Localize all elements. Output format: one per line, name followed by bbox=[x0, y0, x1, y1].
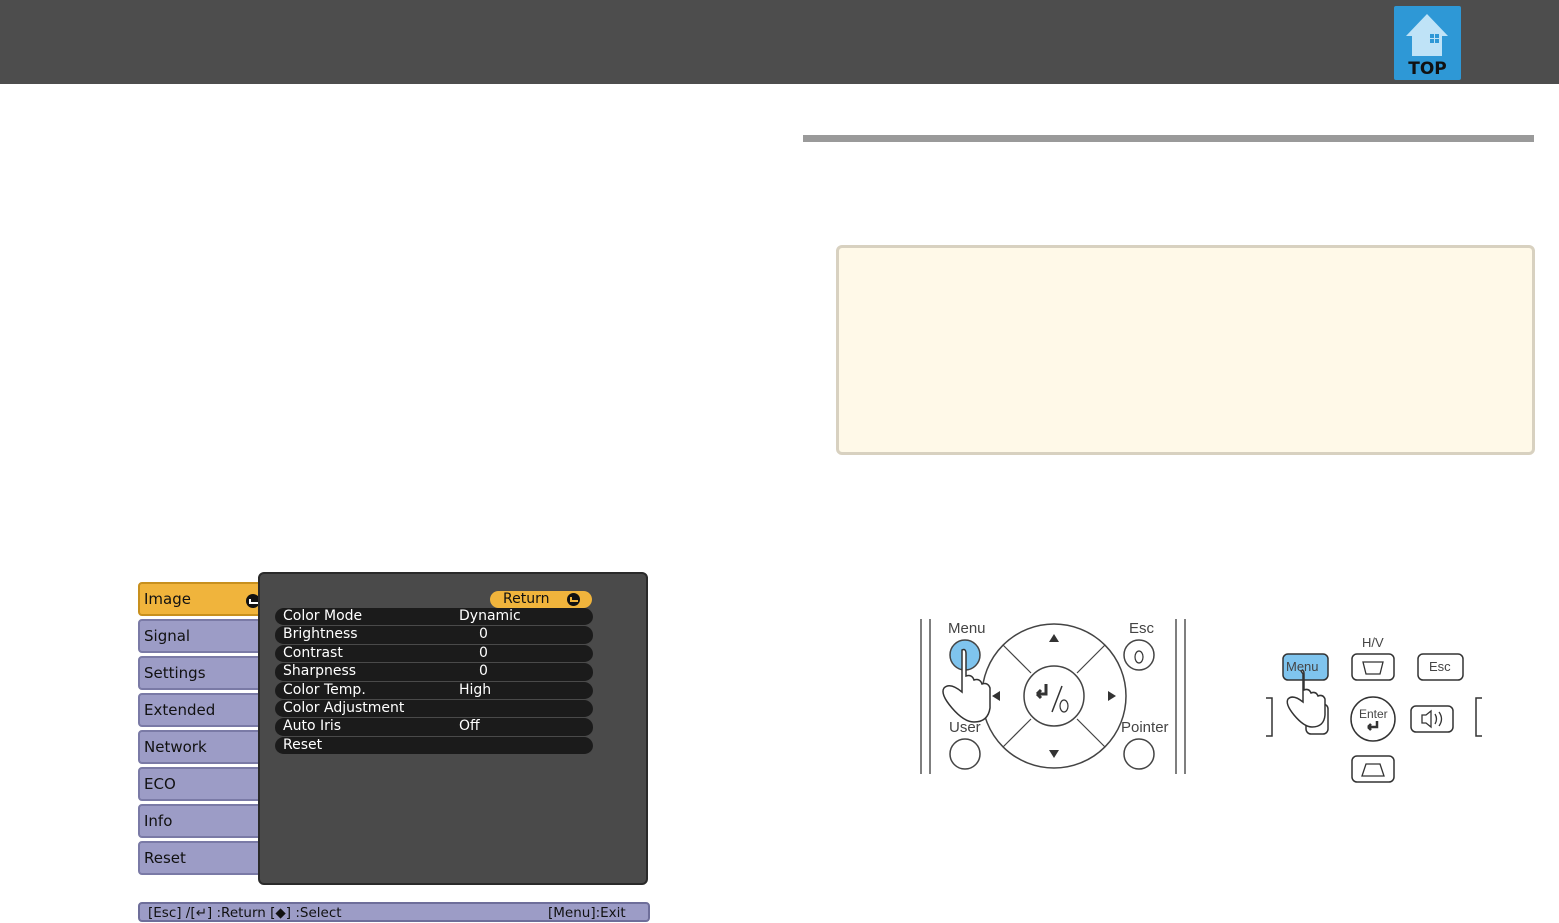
menu-item-value: Dynamic bbox=[459, 608, 521, 624]
menu-tab-eco[interactable]: ECO bbox=[138, 767, 266, 801]
menu-tab-label: Extended bbox=[144, 701, 216, 719]
menu-item-label: Color Adjustment bbox=[283, 699, 405, 716]
section-divider bbox=[803, 135, 1534, 142]
menu-tab-settings[interactable]: Settings bbox=[138, 656, 266, 690]
caution-note-box bbox=[836, 245, 1535, 455]
menu-tab-label: Image bbox=[144, 590, 191, 608]
return-label: Return bbox=[503, 591, 550, 607]
menu-item-value: Off bbox=[459, 718, 480, 735]
control-panel-illustration: H/V Menu Esc Enter bbox=[1266, 634, 1482, 788]
top-link-label: TOP bbox=[1408, 59, 1447, 79]
menu-item-label: Reset bbox=[283, 736, 323, 753]
menu-tab-network[interactable]: Network bbox=[138, 730, 266, 764]
user-button-label: User bbox=[949, 719, 981, 736]
menu-tab-label: Info bbox=[144, 812, 173, 830]
menu-item-label: Auto Iris bbox=[283, 718, 342, 735]
menu-tab-signal[interactable]: Signal bbox=[138, 619, 266, 653]
home-icon bbox=[1406, 14, 1448, 56]
menu-item-label: Color Mode bbox=[283, 608, 363, 624]
menu-item-value: High bbox=[459, 681, 492, 698]
menu-item-value: 0 bbox=[479, 663, 488, 680]
menu-item-label: Sharpness bbox=[283, 663, 357, 680]
menu-item-auto-iris[interactable]: Auto Iris Off bbox=[275, 718, 593, 737]
menu-tab-image[interactable]: Image bbox=[138, 582, 266, 616]
menu-item-label: Contrast bbox=[283, 644, 343, 661]
menu-help-bar: [Esc] /[↵] :Return [◆] :Select [Menu]:Ex… bbox=[138, 902, 650, 922]
enter-icon bbox=[567, 593, 580, 606]
header-bar: TOP bbox=[0, 0, 1559, 84]
hv-button-label: H/V bbox=[1362, 635, 1384, 650]
menu-item-label: Color Temp. bbox=[283, 681, 366, 698]
menu-tab-extended[interactable]: Extended bbox=[138, 693, 266, 727]
menu-item-color-mode[interactable]: Color Mode Dynamic bbox=[275, 608, 593, 627]
menu-tab-label: Reset bbox=[144, 849, 186, 867]
menu-item-color-adjustment[interactable]: Color Adjustment bbox=[275, 699, 593, 719]
remote-control-body bbox=[920, 619, 1186, 774]
menu-item-value: 0 bbox=[479, 626, 488, 643]
menu-tab-label: Signal bbox=[144, 627, 191, 645]
pointer-button-label: Pointer bbox=[1121, 719, 1169, 736]
menu-tab-info[interactable]: Info bbox=[138, 804, 266, 838]
menu-item-value: 0 bbox=[479, 644, 488, 661]
menu-tab-label: ECO bbox=[144, 775, 176, 793]
menu-item-contrast[interactable]: Contrast 0 bbox=[275, 644, 593, 664]
menu-item-brightness[interactable]: Brightness 0 bbox=[275, 626, 593, 645]
esc-button-label: Esc bbox=[1129, 620, 1155, 637]
help-text-exit: [Menu]:Exit bbox=[548, 905, 626, 921]
menu-tab-label: Network bbox=[144, 738, 207, 756]
help-text-navigation: [Esc] /[↵] :Return [◆] :Select bbox=[148, 905, 342, 921]
esc-button-label: Esc bbox=[1429, 659, 1451, 674]
menu-item-list: Color Mode Dynamic Brightness 0 Contrast 0 … bbox=[275, 608, 593, 756]
menu-item-reset[interactable]: Reset bbox=[275, 736, 593, 756]
menu-tab-label: Settings bbox=[144, 664, 206, 682]
remote-control-illustration: Menu Esc User Pointer bbox=[918, 614, 1188, 776]
menu-tab-reset[interactable]: Reset bbox=[138, 841, 266, 875]
return-button[interactable]: Return bbox=[490, 591, 592, 608]
top-link[interactable]: TOP bbox=[1394, 6, 1461, 80]
enter-button-label: Enter bbox=[1359, 707, 1388, 721]
menu-button-label: Menu bbox=[948, 620, 986, 637]
menu-item-label: Brightness bbox=[283, 626, 358, 643]
menu-item-color-temp[interactable]: Color Temp. High bbox=[275, 681, 593, 700]
projector-menu-screenshot: Image Signal Settings Extended Network E… bbox=[138, 572, 650, 922]
menu-button-label: Menu bbox=[1286, 659, 1319, 674]
menu-item-sharpness[interactable]: Sharpness 0 bbox=[275, 663, 593, 682]
